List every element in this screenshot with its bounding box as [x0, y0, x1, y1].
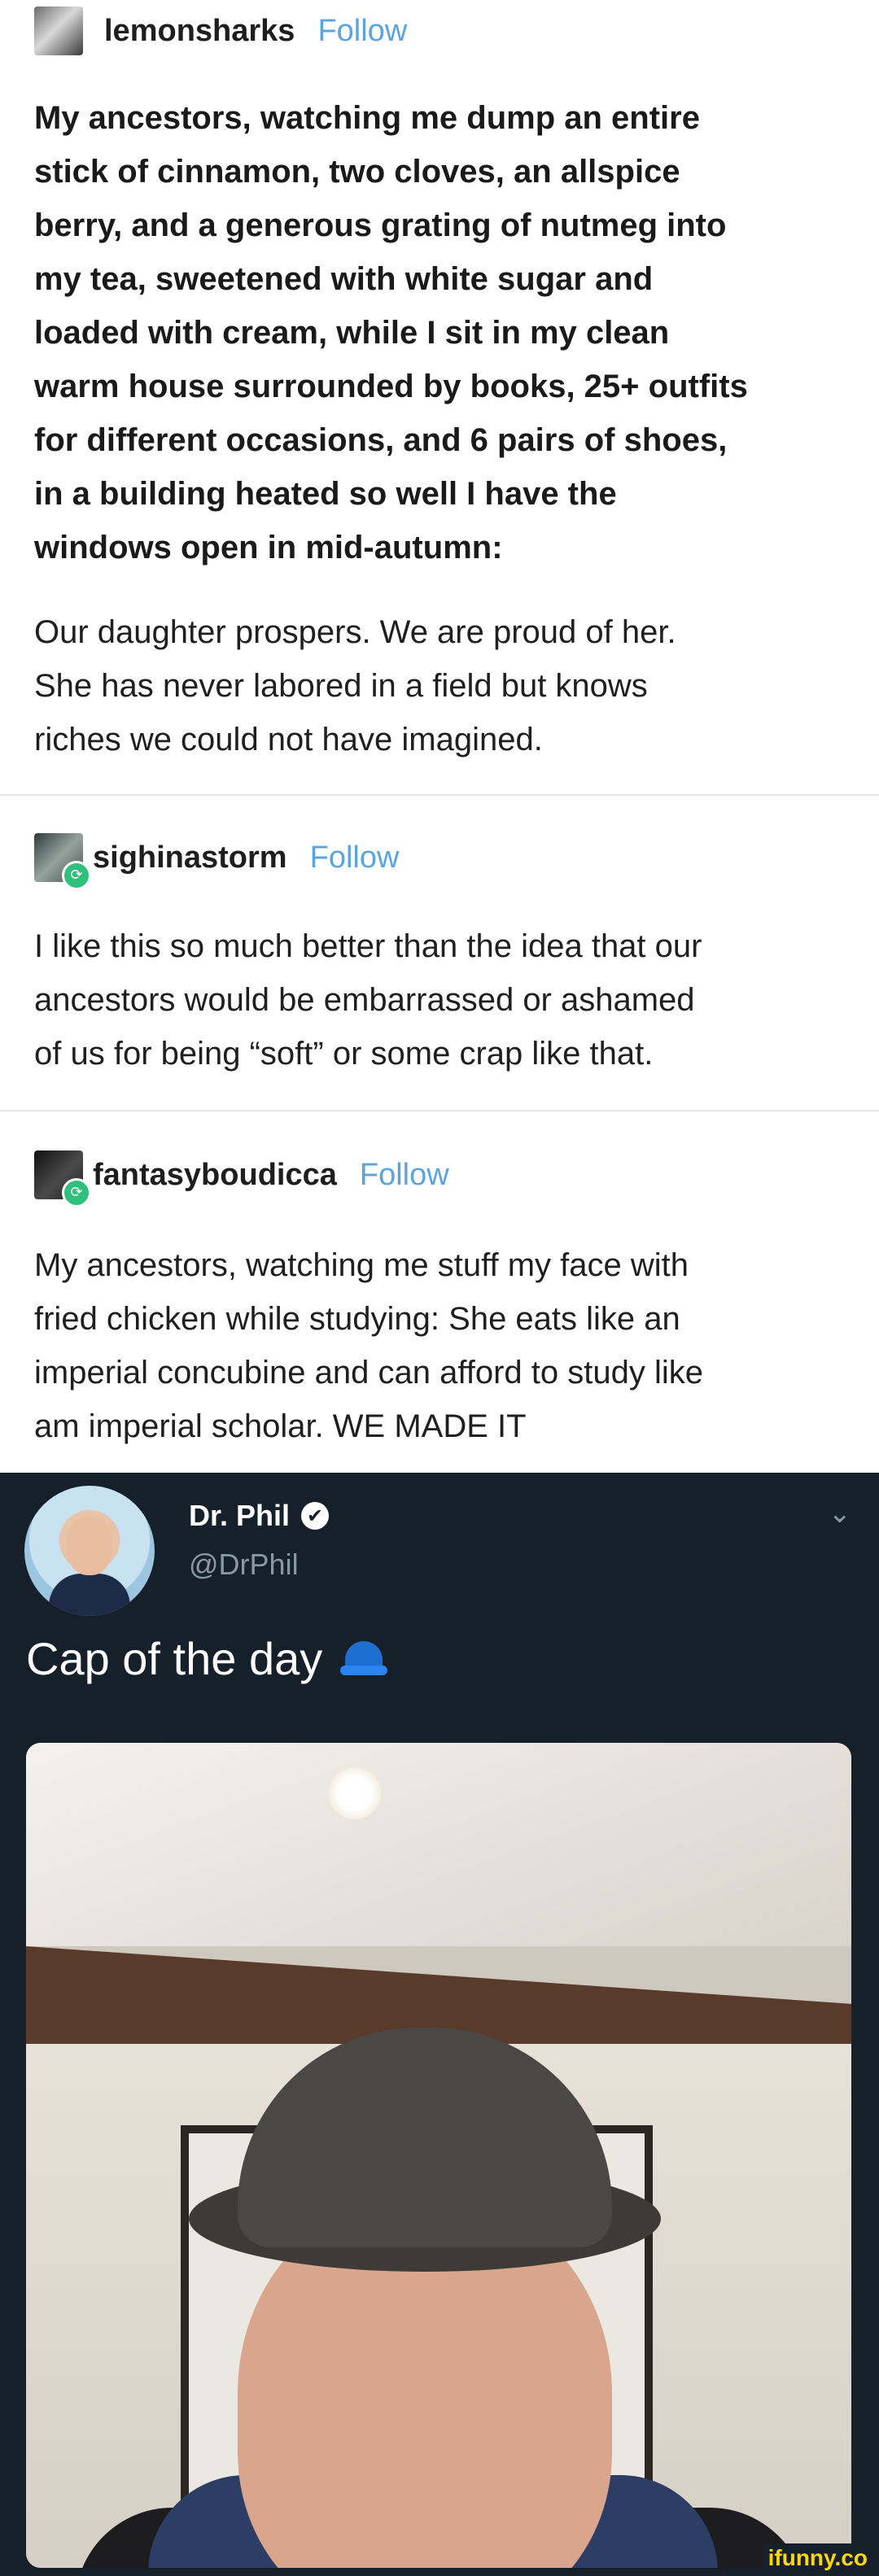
- avatar-lemonsharks[interactable]: [34, 7, 83, 55]
- tweet-author-name[interactable]: Dr. Phil ✔: [189, 1499, 330, 1533]
- post1-body: Our daughter prospers. We are proud of h…: [34, 605, 848, 766]
- post3-body: My ancestors, watching me stuff my face …: [34, 1238, 848, 1453]
- avatar-sighinastorm[interactable]: ⟳: [34, 833, 91, 890]
- body-line: My ancestors, watching me stuff my face …: [34, 1247, 689, 1283]
- reblog-icon: ⟳: [62, 1178, 91, 1207]
- quote-line: berry, and a generous grating of nutmeg …: [34, 207, 727, 243]
- follow-button-lemonsharks[interactable]: Follow: [317, 14, 407, 49]
- username-fantasyboudicca[interactable]: fantasyboudicca: [93, 1158, 337, 1193]
- body-line: am imperial scholar. WE MADE IT: [34, 1408, 527, 1444]
- quote-line: in a building heated so well I have the: [34, 476, 617, 512]
- username-sighinastorm[interactable]: sighinastorm: [93, 840, 287, 875]
- body-line: I like this so much better than the idea…: [34, 928, 702, 964]
- quote-line: windows open in mid-autumn:: [34, 530, 503, 565]
- follow-button-sighinastorm[interactable]: Follow: [310, 840, 400, 875]
- body-line: ancestors would be embarrassed or ashame…: [34, 982, 695, 1018]
- tweet-card: Dr. Phil ✔ @DrPhil ⌄ Cap of the day ifun…: [0, 1473, 879, 2576]
- post-header-sighinastorm: ⟳ sighinastorm Follow: [34, 833, 400, 890]
- body-line: imperial concubine and can afford to stu…: [34, 1355, 703, 1391]
- body-line: fried chicken while studying: She eats l…: [34, 1301, 680, 1337]
- quote-line: stick of cinnamon, two cloves, an allspi…: [34, 154, 680, 190]
- billed-cap-emoji-icon: [340, 1640, 388, 1677]
- tweet-author-handle[interactable]: @DrPhil: [189, 1548, 299, 1582]
- post1-quote: My ancestors, watching me dump an entire…: [34, 91, 848, 574]
- body-line: Our daughter prospers. We are proud of h…: [34, 614, 676, 650]
- username-lemonsharks[interactable]: lemonsharks: [104, 14, 295, 49]
- quote-line: my tea, sweetened with white sugar and: [34, 261, 654, 297]
- author-display-name: Dr. Phil: [189, 1499, 291, 1532]
- tumblr-screenshot: lemonsharks Follow My ancestors, watchin…: [0, 0, 879, 1473]
- quote-line: loaded with cream, while I sit in my cle…: [34, 315, 670, 351]
- tweet-text: Cap of the day: [26, 1632, 388, 1685]
- post-divider: [0, 1110, 879, 1111]
- post-divider: [0, 794, 879, 796]
- ceiling-light: [329, 1767, 381, 1819]
- post-header-fantasyboudicca: ⟳ fantasyboudicca Follow: [34, 1150, 449, 1207]
- post-header-lemonsharks: lemonsharks Follow: [34, 7, 407, 55]
- follow-button-fantasyboudicca[interactable]: Follow: [360, 1158, 449, 1193]
- avatar-drphil[interactable]: [24, 1486, 155, 1616]
- verified-badge-icon: ✔: [301, 1502, 330, 1530]
- tweet-photo[interactable]: [26, 1743, 851, 2568]
- ifunny-watermark: ifunny.co: [763, 2543, 872, 2573]
- body-line: riches we could not have imagined.: [34, 722, 543, 758]
- body-line: She has never labored in a field but kno…: [34, 668, 648, 704]
- avatar-fantasyboudicca[interactable]: ⟳: [34, 1150, 91, 1207]
- quote-line: warm house surrounded by books, 25+ outf…: [34, 369, 748, 404]
- body-line: of us for being “soft” or some crap like…: [34, 1036, 654, 1072]
- quote-line: for different occasions, and 6 pairs of …: [34, 422, 728, 458]
- reblog-icon: ⟳: [62, 861, 91, 890]
- tweet-text-content: Cap of the day: [26, 1633, 323, 1684]
- quote-line: My ancestors, watching me dump an entire: [34, 100, 700, 136]
- post2-body: I like this so much better than the idea…: [34, 919, 848, 1081]
- chevron-down-icon[interactable]: ⌄: [829, 1497, 852, 1530]
